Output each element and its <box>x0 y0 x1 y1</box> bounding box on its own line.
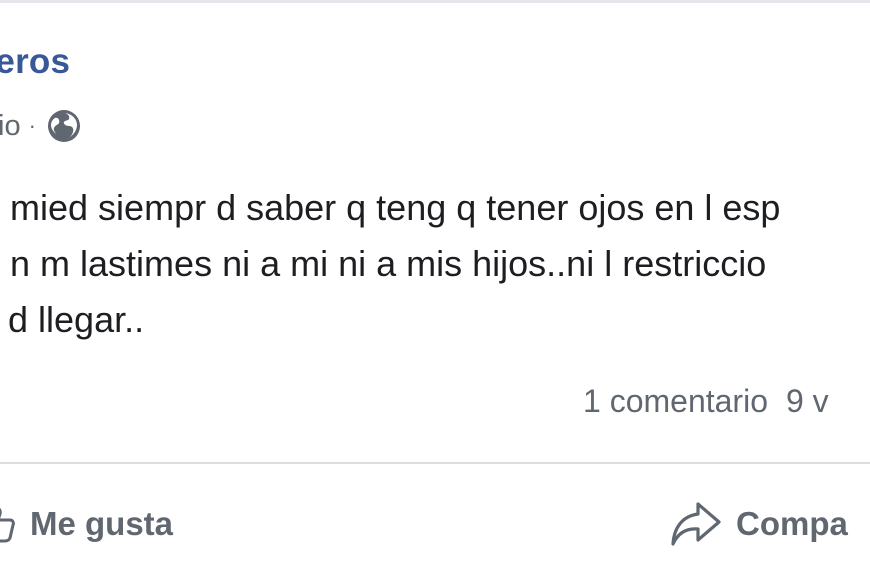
card-top-border <box>0 0 870 3</box>
comments-count-link[interactable]: 1 comentario <box>583 383 768 419</box>
post-line: z d llegar.. <box>0 299 145 340</box>
meta-separator: · <box>28 113 36 138</box>
post-timestamp[interactable]: io <box>0 110 21 143</box>
post-line: q n m lastimes ni a mi ni a mis hijos..n… <box>0 243 767 284</box>
like-label: Me gusta <box>30 505 174 542</box>
post-author-name[interactable]: nteros <box>0 42 70 82</box>
post-stats: 1 comentario 9 v <box>583 383 829 420</box>
facebook-post-card: nteros io · n mied siempr d saber q teng… <box>0 0 870 580</box>
globe-icon[interactable] <box>46 108 82 144</box>
post-meta: io · <box>0 104 82 148</box>
post-body: n mied siempr d saber q teng q tener ojo… <box>0 180 780 348</box>
share-label: Compa <box>736 505 848 542</box>
share-button[interactable]: Compa <box>670 496 848 552</box>
views-count[interactable]: 9 v <box>786 383 829 419</box>
thumbs-up-icon <box>0 504 16 544</box>
post-line: n mied siempr d saber q teng q tener ojo… <box>0 187 781 228</box>
actions-divider <box>0 462 870 464</box>
like-button[interactable]: Me gusta <box>0 496 173 552</box>
share-arrow-icon <box>670 500 722 548</box>
